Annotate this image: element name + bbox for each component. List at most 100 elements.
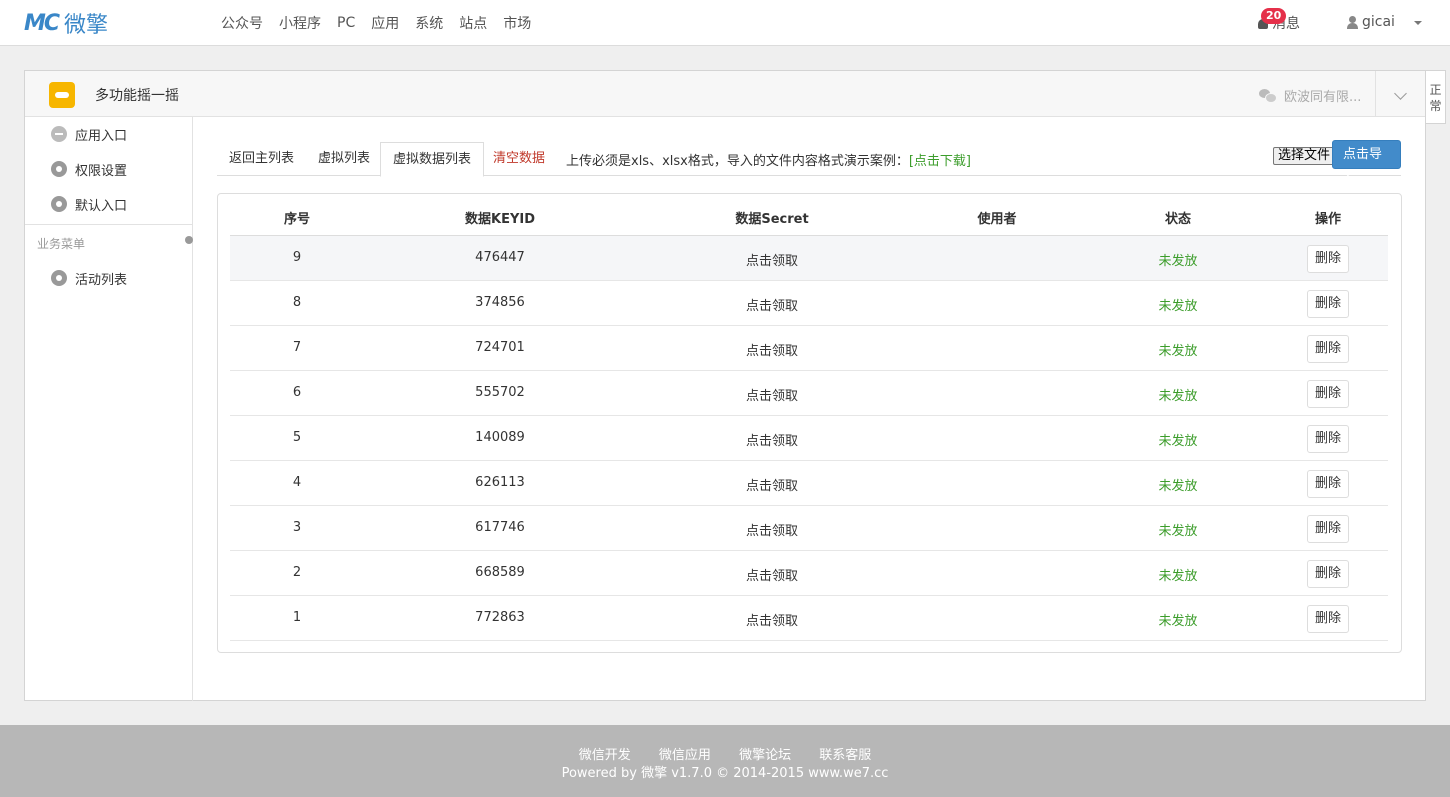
- footer-link-forum[interactable]: 微擎论坛: [739, 748, 791, 763]
- col-header-no: 序号: [283, 212, 310, 227]
- group-gear-icon[interactable]: [185, 236, 193, 244]
- topnav-pc[interactable]: PC: [329, 15, 363, 31]
- cell-no: 6: [292, 385, 302, 400]
- sidebar-group-title: 业务菜单: [37, 237, 86, 251]
- tab-clear-data[interactable]: 清空数据: [481, 142, 557, 176]
- cell-secret[interactable]: 点击领取: [672, 475, 872, 494]
- user-icon: [1347, 15, 1358, 29]
- logo[interactable]: MC 微擎: [24, 9, 108, 39]
- cell-status: 未发放: [1158, 389, 1198, 404]
- cell-keyid: 140089: [475, 430, 525, 445]
- delete-button[interactable]: 删除: [1307, 425, 1349, 453]
- tab-virtual-data-list[interactable]: 虚拟数据列表: [380, 142, 485, 177]
- tab-virtual-list[interactable]: 虚拟列表: [306, 142, 382, 176]
- gear-icon: [51, 270, 67, 286]
- sidebar-item-app-entry[interactable]: 应用入口: [25, 117, 192, 151]
- cell-secret[interactable]: 点击领取: [672, 610, 872, 629]
- top-navbar: MC 微擎 公众号 小程序 PC 应用 系统 站点 市场 消息 20 gicai: [0, 0, 1450, 46]
- cell-keyid: 724701: [475, 340, 525, 355]
- sidebar: 应用入口 权限设置 默认入口 业务菜单 活动列表: [25, 117, 193, 701]
- cell-secret[interactable]: 点击领取: [672, 340, 872, 359]
- sidebar-item-permissions[interactable]: 权限设置: [25, 152, 192, 186]
- account-switcher[interactable]: 欧波同有限...: [1259, 86, 1361, 105]
- delete-button[interactable]: 删除: [1307, 470, 1349, 498]
- delete-button[interactable]: 删除: [1307, 245, 1349, 273]
- sidebar-item-label: 权限设置: [75, 163, 128, 179]
- cell-status: 未发放: [1158, 479, 1198, 494]
- cell-secret[interactable]: 点击领取: [672, 385, 872, 404]
- table-row: 3 617746 点击领取 未发放 删除: [230, 506, 1388, 551]
- cell-secret[interactable]: 点击领取: [672, 520, 872, 539]
- download-sample-link[interactable]: [点击下载]: [909, 154, 971, 169]
- gear-icon: [51, 161, 67, 177]
- delete-button[interactable]: 删除: [1307, 335, 1349, 363]
- topnav-site[interactable]: 站点: [451, 13, 495, 33]
- cell-status: 未发放: [1158, 569, 1198, 584]
- app-icon: [49, 82, 75, 108]
- cell-secret[interactable]: 点击领取: [672, 250, 872, 269]
- table-row: 6 555702 点击领取 未发放 删除: [230, 371, 1388, 416]
- footer-link-apps[interactable]: 微信应用: [659, 748, 711, 763]
- import-button[interactable]: 点击导入: [1332, 140, 1401, 189]
- choose-file-button[interactable]: 选择文件: [1273, 147, 1336, 165]
- sidebar-item-label: 活动列表: [75, 272, 128, 288]
- topnav-system[interactable]: 系统: [407, 13, 451, 33]
- sidebar-item-label: 默认入口: [75, 198, 128, 214]
- col-header-action: 操作: [1314, 212, 1341, 227]
- main-panel: 多功能摇一摇 欧波同有限... 应用入口 权限设置 默认入口 业务菜单 活动列表…: [24, 70, 1426, 701]
- table-row: 5 140089 点击领取 未发放 删除: [230, 416, 1388, 461]
- user-menu[interactable]: gicai: [1347, 14, 1395, 30]
- cell-no: 2: [292, 565, 302, 580]
- data-table: 序号 数据KEYID 数据Secret 使用者 状态 操作 9 476447 点击领…: [217, 193, 1402, 653]
- cell-status: 未发放: [1158, 344, 1198, 359]
- top-nav: 公众号 小程序 PC 应用 系统 站点 市场: [213, 0, 539, 46]
- delete-button[interactable]: 删除: [1307, 515, 1349, 543]
- col-header-keyid: 数据KEYID: [465, 212, 535, 227]
- user-name: gicai: [1362, 14, 1395, 30]
- topnav-market[interactable]: 市场: [495, 13, 539, 33]
- footer-copyright: Powered by 微擎 v1.7.0 © 2014-2015 www.we7…: [561, 766, 889, 781]
- sidebar-item-activity-list[interactable]: 活动列表: [25, 261, 192, 295]
- delete-button[interactable]: 删除: [1307, 560, 1349, 588]
- wechat-icon: [1259, 89, 1277, 103]
- table-row: 8 374856 点击领取 未发放 删除: [230, 281, 1388, 326]
- table-row: 1 772863 点击领取 未发放 删除: [230, 596, 1388, 641]
- cell-no: 7: [292, 340, 302, 355]
- topnav-gongzhonghao[interactable]: 公众号: [213, 13, 271, 33]
- cell-keyid: 668589: [475, 565, 525, 580]
- cell-status: 未发放: [1158, 524, 1198, 539]
- account-name: 欧波同有限...: [1284, 90, 1362, 105]
- delete-button[interactable]: 删除: [1307, 380, 1349, 408]
- tab-back-to-list[interactable]: 返回主列表: [217, 142, 306, 176]
- app-title: 多功能摇一摇: [95, 88, 179, 104]
- cell-no: 9: [292, 250, 302, 265]
- topnav-miniprogram[interactable]: 小程序: [271, 13, 329, 33]
- cell-no: 8: [292, 295, 302, 310]
- caret-down-icon[interactable]: [1414, 21, 1422, 25]
- chat-icon: [51, 126, 67, 142]
- messages-badge: 20: [1261, 8, 1287, 24]
- footer-link-support[interactable]: 联系客服: [819, 748, 871, 763]
- topnav-apps[interactable]: 应用: [363, 13, 407, 33]
- cell-no: 4: [292, 475, 302, 490]
- delete-button[interactable]: 删除: [1307, 605, 1349, 633]
- cell-secret[interactable]: 点击领取: [672, 430, 872, 449]
- delete-button[interactable]: 删除: [1307, 290, 1349, 318]
- cell-status: 未发放: [1158, 614, 1198, 629]
- cell-secret[interactable]: 点击领取: [672, 565, 872, 584]
- footer-link-dev[interactable]: 微信开发: [579, 748, 631, 763]
- cell-secret[interactable]: 点击领取: [672, 295, 872, 314]
- sidebar-item-default-entry[interactable]: 默认入口: [25, 187, 192, 221]
- chevron-down-icon[interactable]: [1375, 71, 1425, 117]
- cell-status: 未发放: [1158, 254, 1198, 269]
- cell-no: 5: [292, 430, 302, 445]
- cell-keyid: 772863: [475, 610, 525, 625]
- table-header: 序号 数据KEYID 数据Secret 使用者 状态 操作: [230, 208, 1388, 236]
- cell-keyid: 555702: [475, 385, 525, 400]
- side-status-tab[interactable]: 正常: [1426, 70, 1446, 124]
- col-header-secret: 数据Secret: [735, 212, 809, 227]
- cell-no: 1: [292, 610, 302, 625]
- messages-link[interactable]: 消息 20: [1258, 8, 1300, 33]
- tab-bar: 返回主列表 虚拟列表 虚拟数据列表 清空数据 上传必须是xls、xlsx格式，导…: [217, 140, 1401, 189]
- table-row: 7 724701 点击领取 未发放 删除: [230, 326, 1388, 371]
